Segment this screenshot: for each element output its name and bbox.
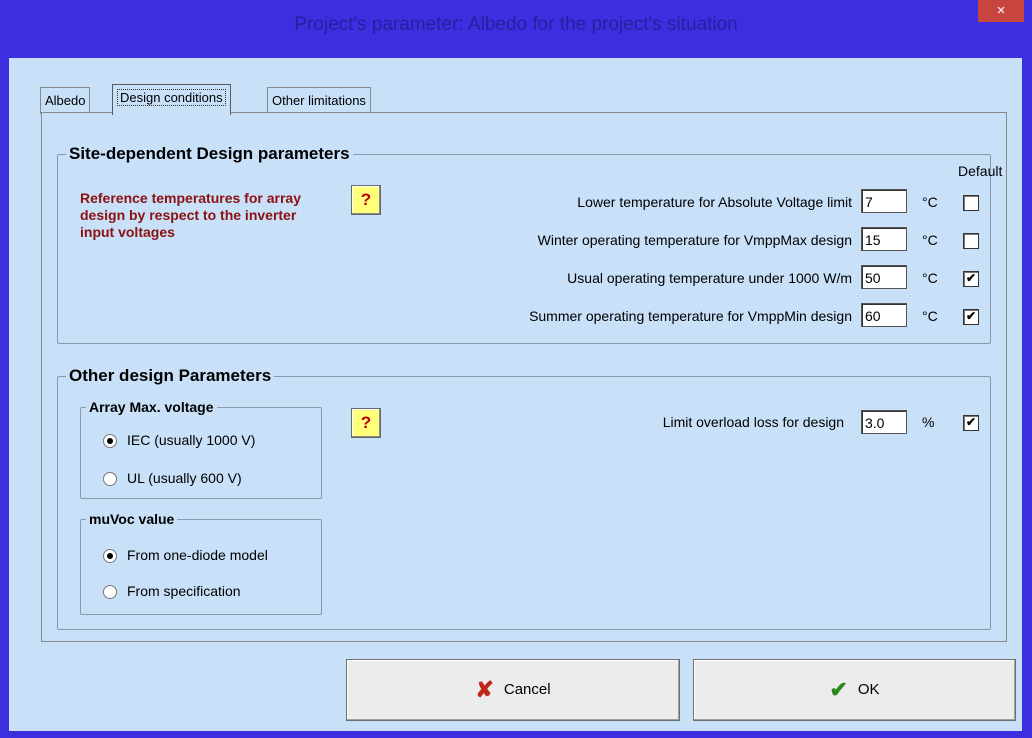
one-diode-radio[interactable] <box>103 549 117 564</box>
red-x-icon: ✘ <box>475 677 494 703</box>
tab-albedo[interactable]: Albedo <box>40 87 91 114</box>
tab-other-limitations[interactable]: Other limitations <box>267 87 371 114</box>
reference-temperatures-text: Reference temperatures for array design … <box>80 190 301 240</box>
green-check-icon: ✔ <box>829 677 848 703</box>
window-title: Project's parameter: Albedo for the proj… <box>294 14 738 35</box>
site-design-group-title: Site-dependent Design parameters <box>66 144 353 164</box>
usual-temp-default-checkbox[interactable]: ✔ <box>963 271 979 287</box>
usual-temp-input[interactable]: 50 <box>861 265 907 289</box>
usual-temp-unit: °C <box>922 270 938 286</box>
cancel-button-label: Cancel <box>503 681 551 698</box>
tab-design-conditions[interactable]: Design conditions <box>112 84 231 115</box>
question-icon: ? <box>360 190 372 209</box>
summer-temp-unit: °C <box>922 308 938 324</box>
winter-temp-input[interactable]: 15 <box>861 227 907 251</box>
winter-temp-label: Winter operating temperature for VmppMax… <box>537 232 852 248</box>
winter-temp-default-checkbox[interactable] <box>963 233 979 249</box>
question-icon: ? <box>360 413 372 432</box>
specification-radio[interactable] <box>103 585 117 600</box>
other-help-button[interactable]: ? <box>351 408 381 438</box>
ul-radio[interactable] <box>103 472 117 487</box>
title-bar: Project's parameter: Albedo for the proj… <box>0 0 1032 58</box>
cancel-button[interactable]: ✘ Cancel <box>346 659 680 721</box>
overload-loss-label: Limit overload loss for design <box>662 414 844 430</box>
checkmark-icon: ✔ <box>965 271 977 285</box>
default-column-label: Default <box>958 163 1003 179</box>
lower-temp-label: Lower temperature for Absolute Voltage l… <box>577 194 852 210</box>
ok-button[interactable]: ✔ OK <box>693 659 1016 721</box>
close-button[interactable]: × <box>978 0 1024 22</box>
tab-albedo-label: Albedo <box>45 93 86 108</box>
iec-radio-option[interactable]: IEC (usually 1000 V) <box>103 432 256 449</box>
dialog-window: Project's parameter: Albedo for the proj… <box>0 0 1032 738</box>
summer-temp-input[interactable]: 60 <box>861 303 907 327</box>
one-diode-radio-label: From one-diode model <box>127 547 268 563</box>
tab-design-conditions-label: Design conditions <box>117 89 226 106</box>
specification-radio-label: From specification <box>127 583 241 599</box>
checkmark-icon: ✔ <box>965 415 977 429</box>
ok-button-label: OK <box>857 681 880 698</box>
close-icon: × <box>996 2 1006 19</box>
usual-temp-label: Usual operating temperature under 1000 W… <box>567 270 852 286</box>
tab-other-limitations-label: Other limitations <box>272 93 366 108</box>
ul-radio-option[interactable]: UL (usually 600 V) <box>103 470 242 487</box>
site-help-button[interactable]: ? <box>351 185 381 215</box>
winter-temp-unit: °C <box>922 232 938 248</box>
other-design-group-title: Other design Parameters <box>66 366 275 386</box>
summer-temp-label: Summer operating temperature for VmppMin… <box>529 308 852 324</box>
array-max-voltage-title: Array Max. voltage <box>86 399 217 415</box>
overload-loss-checkbox[interactable]: ✔ <box>963 415 979 431</box>
lower-temp-unit: °C <box>922 194 938 210</box>
summer-temp-default-checkbox[interactable]: ✔ <box>963 309 979 325</box>
specification-radio-option[interactable]: From specification <box>103 583 241 600</box>
ul-radio-label: UL (usually 600 V) <box>127 470 242 486</box>
iec-radio-label: IEC (usually 1000 V) <box>127 432 256 448</box>
muvoc-title: muVoc value <box>86 511 178 527</box>
muvoc-group <box>80 519 322 615</box>
one-diode-radio-option[interactable]: From one-diode model <box>103 547 268 564</box>
iec-radio[interactable] <box>103 434 117 449</box>
overload-loss-unit: % <box>922 414 935 430</box>
checkmark-icon: ✔ <box>965 309 977 323</box>
overload-loss-input[interactable]: 3.0 <box>861 410 907 434</box>
lower-temp-default-checkbox[interactable] <box>963 195 979 211</box>
lower-temp-input[interactable]: 7 <box>861 189 907 213</box>
